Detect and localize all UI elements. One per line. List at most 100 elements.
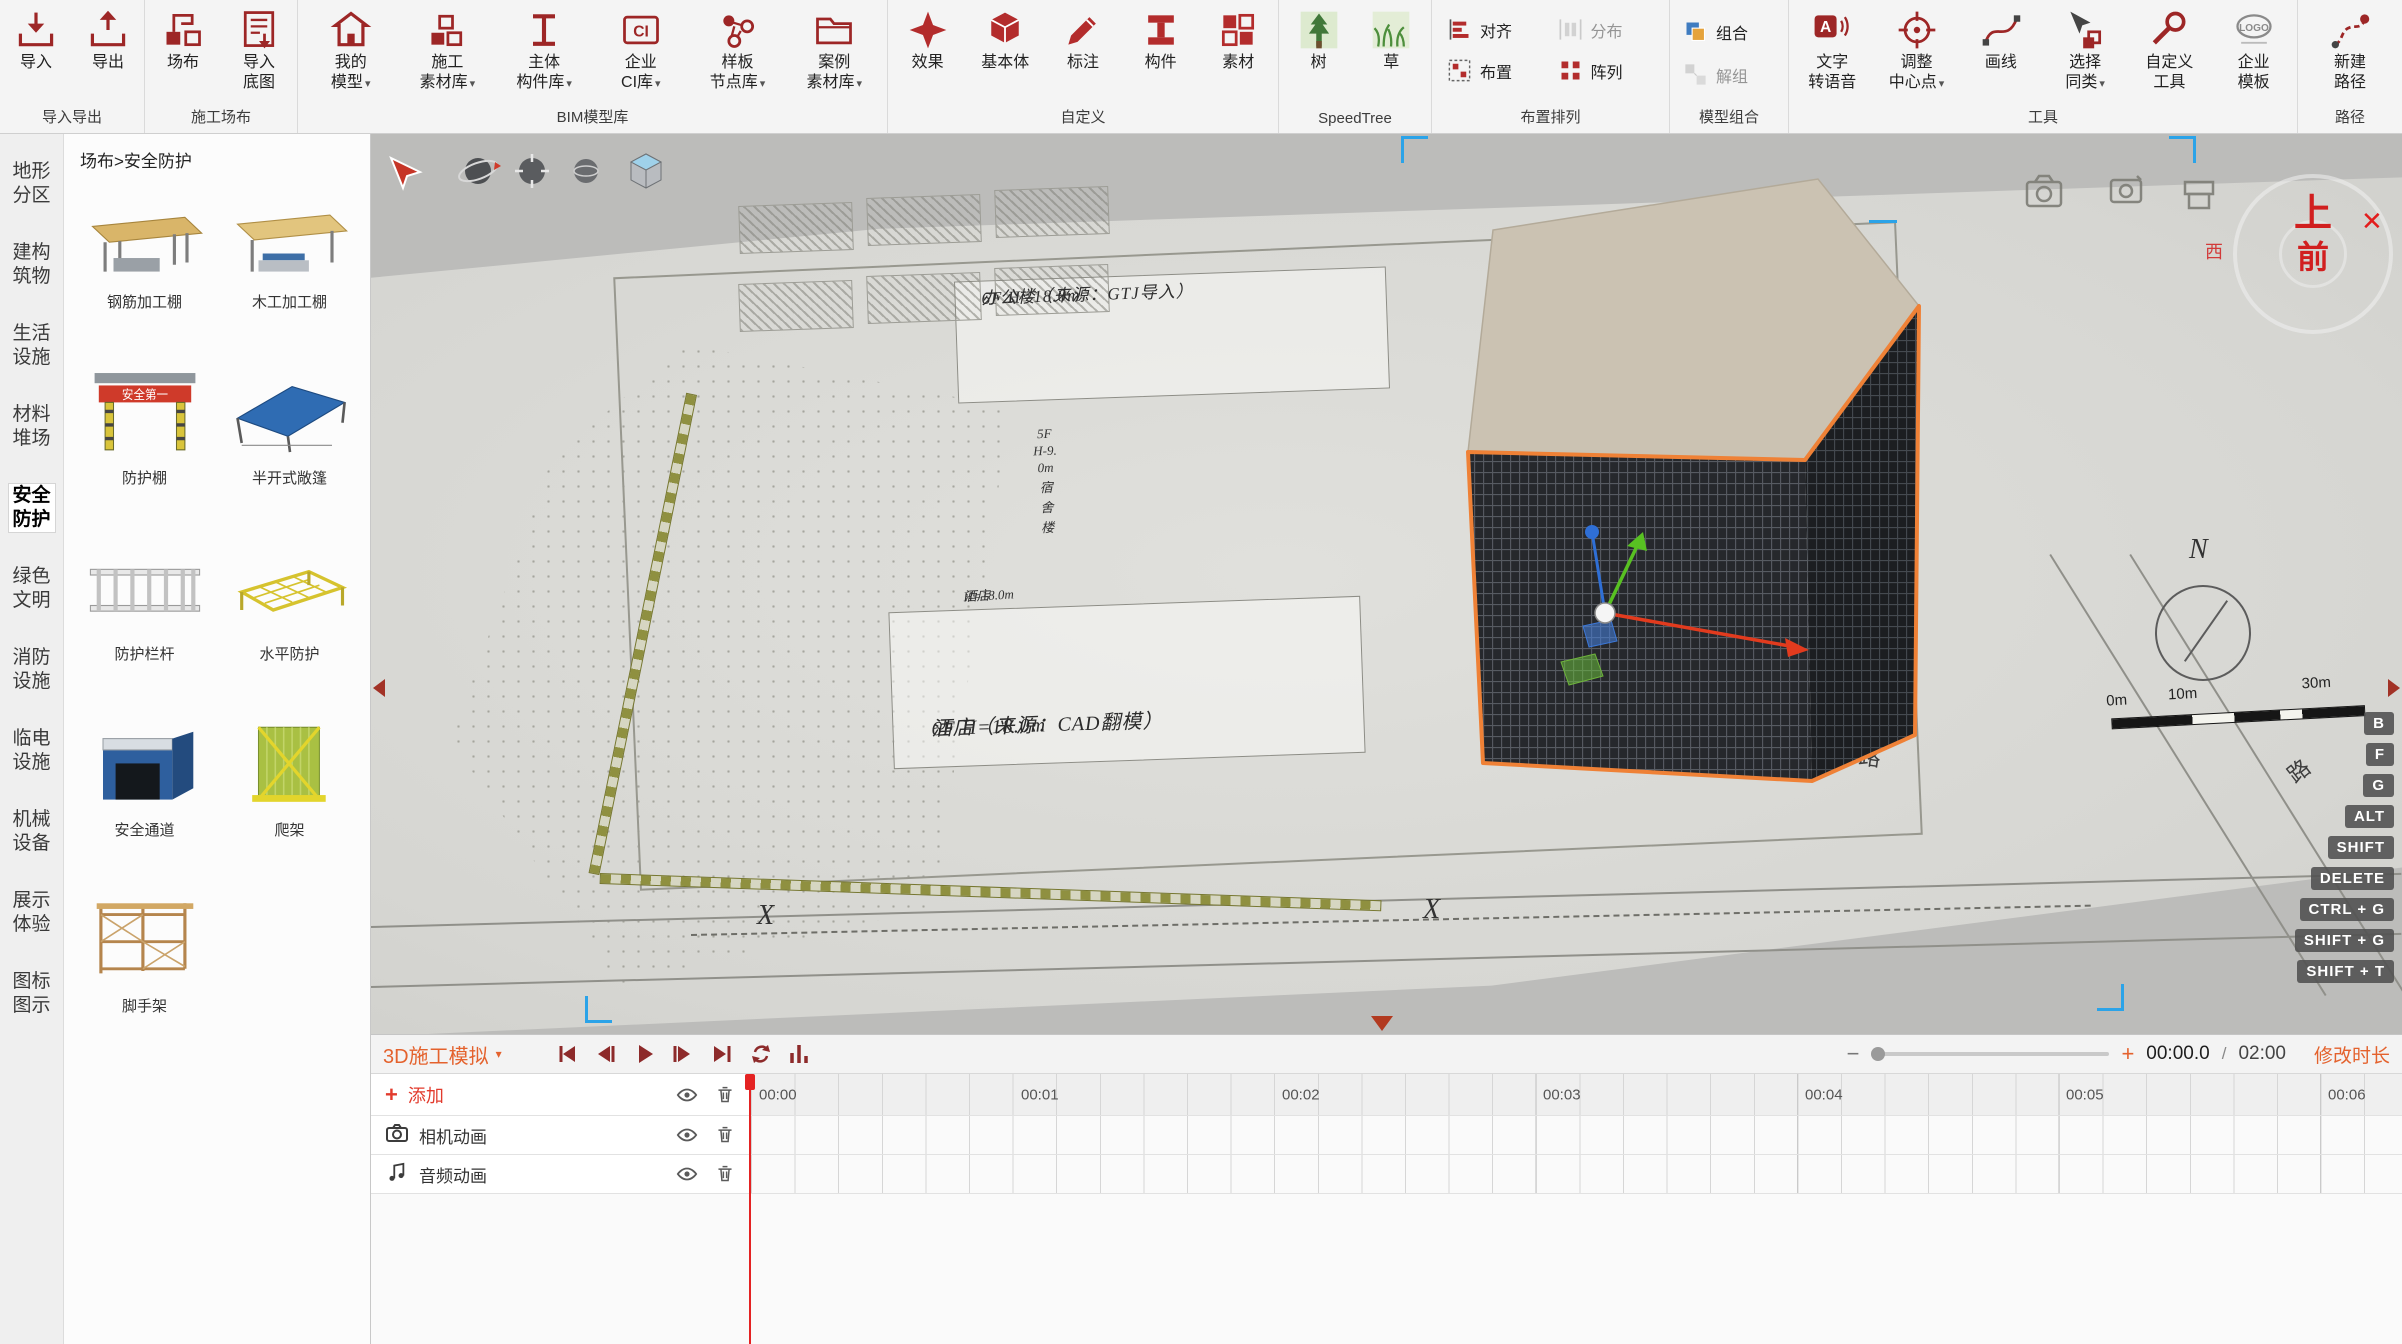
edit-duration-button[interactable]: 修改时长 <box>2314 1041 2390 1068</box>
lib-item-guard-rail[interactable]: 防护栏杆 <box>72 540 217 664</box>
ribbon-item-import[interactable]: 导入 <box>0 7 72 73</box>
skip-end-button[interactable] <box>710 1042 734 1066</box>
add-track-button[interactable]: 添加 <box>408 1082 444 1108</box>
ribbon-item-my-models[interactable]: 我的 模型▾ <box>307 7 395 94</box>
lib-item-half-open-canopy[interactable]: 半开式敞篷 <box>217 364 362 488</box>
sidebar-tab-terrain-zoning[interactable]: 地形分区 <box>9 160 55 208</box>
ribbon-item-material[interactable]: 素材 <box>1200 7 1276 73</box>
zoom-in-button[interactable]: + <box>2121 1041 2134 1067</box>
ribbon-item-custom-tool[interactable]: 自定义 工具 <box>2128 7 2210 93</box>
ribbon-item-array[interactable]: 阵列 <box>1557 57 1656 84</box>
ribbon-item-layout[interactable]: 布置 <box>1446 57 1545 84</box>
draw-line-icon <box>1978 7 2024 53</box>
lib-item-scaffold[interactable]: 脚手架 <box>72 892 217 1016</box>
select-cursor-icon[interactable] <box>385 154 431 200</box>
close-icon[interactable]: ✕ <box>2361 206 2383 237</box>
nav-west-label[interactable]: 西 <box>2205 238 2223 264</box>
loop-button[interactable] <box>749 1042 773 1066</box>
nav-front-label[interactable]: 前 <box>2233 232 2393 278</box>
ribbon-item-import-basemap[interactable]: 导入 底图 <box>221 7 297 93</box>
ribbon-item-export[interactable]: 导出 <box>72 7 144 73</box>
ribbon-item-select-similar[interactable]: 选择 同类▾ <box>2044 7 2126 94</box>
ribbon-item-draw-line[interactable]: 画线 <box>1960 7 2042 73</box>
timeline-zoom-slider[interactable] <box>1871 1052 2109 1056</box>
ribbon-item-effect[interactable]: 效果 <box>890 7 966 73</box>
trash-icon[interactable] <box>714 1126 736 1144</box>
sidebar-tab-living-facilities[interactable]: 生活设施 <box>9 322 55 370</box>
sidebar-tab-icon-legend[interactable]: 图标图示 <box>9 970 55 1018</box>
selected-building-3d[interactable] <box>1411 164 1971 804</box>
sidebar-tab-material-yard[interactable]: 材料堆场 <box>9 403 55 451</box>
play-button[interactable] <box>632 1042 656 1066</box>
ribbon-item-group[interactable]: 组合 <box>1682 18 1776 45</box>
lib-item-rebar-shed[interactable]: 钢筋加工棚 <box>72 188 217 312</box>
sidebar-tab-buildings[interactable]: 建构筑物 <box>9 241 55 289</box>
ribbon-item-grass[interactable]: 草 <box>1358 7 1424 73</box>
ribbon-item-site-layout[interactable]: 场布 <box>145 7 221 73</box>
ribbon-item-case-material-lib[interactable]: 案例 素材库▾ <box>790 7 878 94</box>
viewport-3d[interactable]: 办公楼（来源：GTJ导入） 6F H=18.0m 5FH-9.0m宿舍楼 H=1… <box>371 134 2402 1034</box>
track-row-camera[interactable]: 相机动画 <box>371 1116 2402 1155</box>
lib-item-protection-shed[interactable]: 安全第一 防护棚 <box>72 364 217 488</box>
navigation-wheel[interactable]: 上 前 西 <box>2233 174 2393 334</box>
ribbon-item-template-node-lib[interactable]: 样板 节点库▾ <box>694 7 782 94</box>
lib-item-horizontal-protection[interactable]: 水平防护 <box>217 540 362 664</box>
dropdown-caret: ▾ <box>1939 78 1945 90</box>
sphere-view-icon[interactable] <box>563 148 609 194</box>
skip-start-button[interactable] <box>554 1042 578 1066</box>
keyframe-stats-button[interactable] <box>788 1042 812 1066</box>
zoom-out-button[interactable]: − <box>1847 1041 1860 1067</box>
track-cells[interactable] <box>751 1155 2402 1193</box>
playhead-handle[interactable] <box>745 1074 755 1090</box>
eye-icon[interactable] <box>676 1126 698 1144</box>
ribbon-item-main-component-lib[interactable]: 主体 构件库▾ <box>500 7 588 94</box>
step-back-button[interactable] <box>593 1042 617 1066</box>
pan-tool-icon[interactable] <box>509 148 555 194</box>
ribbon-item-enterprise-template[interactable]: LOGO 企业 模板 <box>2213 7 2295 93</box>
gizmo-center-handle[interactable] <box>1595 603 1615 623</box>
ribbon-item-distribute[interactable]: 分布 <box>1557 16 1656 43</box>
time-ruler[interactable]: 00:00 00:01 00:02 00:03 00:04 00:05 00:0… <box>751 1074 2402 1115</box>
trash-icon[interactable] <box>714 1165 736 1183</box>
ribbon-item-primitive[interactable]: 基本体 <box>967 7 1043 73</box>
track-row-audio[interactable]: 音频动画 <box>371 1155 2402 1194</box>
ribbon-item-text-to-speech[interactable]: A 文字 转语音 <box>1791 7 1873 93</box>
lib-item-carpentry-shed[interactable]: 木工加工棚 <box>217 188 362 312</box>
sidebar-tab-fire-facilities[interactable]: 消防设施 <box>9 646 55 694</box>
lib-item-climbing-frame[interactable]: 爬架 <box>217 716 362 840</box>
eye-icon[interactable] <box>676 1086 698 1104</box>
sidebar-tab-exhibition[interactable]: 展示体验 <box>9 889 55 937</box>
step-forward-button[interactable] <box>671 1042 695 1066</box>
ribbon-item-enterprise-ci-lib[interactable]: CI 企业 CI库▾ <box>597 7 685 94</box>
trash-icon[interactable] <box>714 1086 736 1104</box>
ribbon-item-annotation[interactable]: 标注 <box>1045 7 1121 73</box>
shortcut-badge: F <box>2366 743 2394 766</box>
item-label: 阵列 <box>1591 59 1623 83</box>
ribbon-item-ungroup[interactable]: 解组 <box>1682 61 1776 88</box>
ribbon-item-new-path[interactable]: 新建 路径 <box>2307 7 2393 93</box>
edge-marker-left[interactable] <box>373 679 385 697</box>
simulation-mode-dropdown[interactable]: 3D施工模拟 ▾ <box>383 1040 502 1069</box>
ribbon-item-tree[interactable]: 树 <box>1286 7 1352 73</box>
lib-item-safety-passage[interactable]: 安全通道 <box>72 716 217 840</box>
slider-knob[interactable] <box>1871 1047 1885 1061</box>
printer-export-icon[interactable] <box>2177 176 2223 216</box>
ribbon-item-component[interactable]: 构件 <box>1123 7 1199 73</box>
sidebar-tab-safety-protection[interactable]: 安全防护 <box>9 484 55 532</box>
ribbon-item-construction-material-lib[interactable]: 施工 素材库▾ <box>403 7 491 94</box>
view-cube-icon[interactable] <box>623 148 669 194</box>
gizmo-handle-z[interactable] <box>1585 525 1599 539</box>
track-cells[interactable] <box>751 1116 2402 1154</box>
sidebar-tab-machinery[interactable]: 机械设备 <box>9 808 55 856</box>
sidebar-tab-green-civilization[interactable]: 绿色文明 <box>9 565 55 613</box>
eye-icon[interactable] <box>676 1165 698 1183</box>
sidebar-tab-temporary-power[interactable]: 临电设施 <box>9 727 55 775</box>
ribbon-item-align[interactable]: 对齐 <box>1446 16 1545 43</box>
playhead[interactable] <box>749 1074 751 1344</box>
edge-marker-right[interactable] <box>2388 679 2400 697</box>
orbit-tool-icon[interactable] <box>455 148 501 194</box>
snapshot-camera-icon[interactable] <box>2105 170 2151 210</box>
ribbon-item-adjust-center[interactable]: 调整 中心点▾ <box>1876 7 1958 94</box>
add-track-plus-icon[interactable]: + <box>385 1082 398 1108</box>
render-camera-icon[interactable] <box>2023 170 2069 210</box>
